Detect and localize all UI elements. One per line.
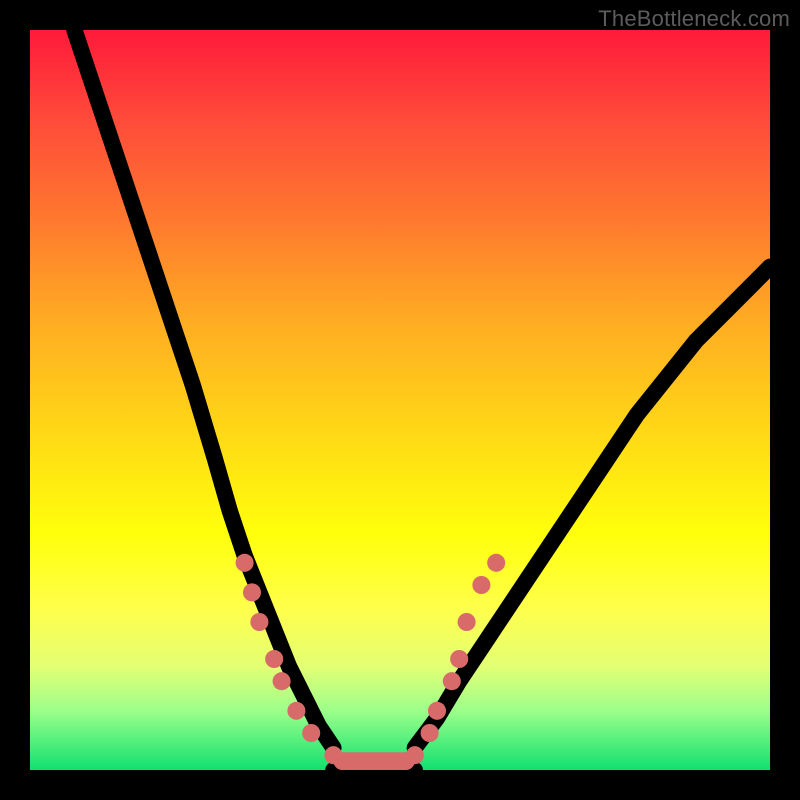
plot-area	[30, 30, 770, 770]
watermark-text: TheBottleneck.com	[598, 6, 790, 32]
chart-frame: TheBottleneck.com	[0, 0, 800, 800]
